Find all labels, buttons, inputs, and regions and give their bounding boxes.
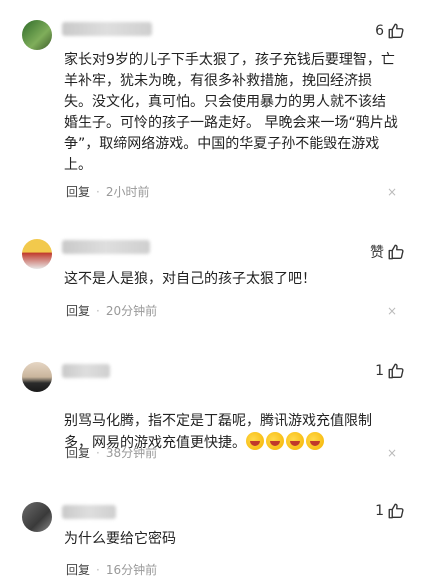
like-label: 赞 bbox=[370, 245, 384, 261]
comment-time: 38分钟前 bbox=[105, 446, 158, 460]
like-count: 1 bbox=[375, 363, 384, 379]
laughing-emoji-icon bbox=[286, 432, 304, 450]
username-blurred[interactable] bbox=[62, 505, 116, 519]
laughing-emoji-icon bbox=[246, 432, 264, 450]
username-blurred[interactable] bbox=[62, 22, 152, 36]
comment-time: 20分钟前 bbox=[105, 304, 158, 318]
avatar[interactable] bbox=[22, 20, 52, 50]
comment-item: 赞 这不是人是狼，对自己的孩子太狠了吧！ 回复 · 20分钟前 × bbox=[0, 215, 427, 335]
like-count: 1 bbox=[375, 503, 384, 519]
separator-dot: · bbox=[96, 445, 100, 460]
like-button[interactable]: 1 bbox=[375, 362, 405, 380]
like-count: 6 bbox=[375, 23, 384, 39]
thumbs-up-icon bbox=[388, 503, 404, 519]
avatar[interactable] bbox=[22, 362, 52, 392]
like-button[interactable]: 赞 bbox=[370, 242, 405, 262]
reply-button[interactable]: 回复 bbox=[66, 302, 90, 319]
separator-dot: · bbox=[96, 303, 100, 318]
comment-text: 为什么要给它密码 bbox=[64, 531, 176, 547]
laughing-emoji-icon bbox=[266, 432, 284, 450]
close-icon[interactable]: × bbox=[387, 186, 397, 198]
like-button[interactable]: 1 bbox=[375, 502, 405, 520]
avatar[interactable] bbox=[22, 502, 52, 532]
reply-button[interactable]: 回复 bbox=[66, 183, 90, 200]
thumbs-up-icon bbox=[388, 363, 404, 379]
comment-item: 6 家长对9岁的儿子下手太狠了，孩子充钱后要理智，亡 羊补牢，犹未为晚，有很多补… bbox=[0, 0, 427, 215]
comment-item: 1 别骂马化腾，指不定是丁磊呢，腾讯游戏充值限制 多，网易的游戏充值更快捷。 回… bbox=[0, 335, 427, 485]
close-icon[interactable]: × bbox=[387, 447, 397, 459]
thumbs-up-icon bbox=[388, 244, 404, 260]
reply-button[interactable]: 回复 bbox=[66, 561, 90, 578]
username-blurred[interactable] bbox=[62, 364, 110, 378]
comment-text: 这不是人是狼，对自己的孩子太狠了吧！ bbox=[64, 271, 316, 287]
separator-dot: · bbox=[96, 184, 100, 199]
comment-text: 家长对9岁的儿子下手太狠了，孩子充钱后要理智，亡 羊补牢，犹未为晚，有很多补救措… bbox=[64, 52, 398, 173]
laughing-emoji-icon bbox=[306, 432, 324, 450]
avatar[interactable] bbox=[22, 239, 52, 269]
comment-meta: 回复 · 2小时前 bbox=[66, 183, 149, 200]
thumbs-up-icon bbox=[388, 23, 404, 39]
comment-meta: 回复 · 38分钟前 bbox=[66, 444, 157, 461]
emoji-group bbox=[246, 432, 326, 451]
comment-time: 16分钟前 bbox=[105, 563, 158, 577]
comment-item: 1 为什么要给它密码 回复 · 16分钟前 bbox=[0, 485, 427, 577]
comment-meta: 回复 · 20分钟前 bbox=[66, 302, 157, 319]
comment-meta: 回复 · 16分钟前 bbox=[66, 561, 157, 578]
close-icon[interactable]: × bbox=[387, 305, 397, 317]
reply-button[interactable]: 回复 bbox=[66, 444, 90, 461]
comment-time: 2小时前 bbox=[105, 185, 150, 199]
like-button[interactable]: 6 bbox=[375, 22, 405, 40]
separator-dot: · bbox=[96, 562, 100, 577]
username-blurred[interactable] bbox=[62, 240, 150, 254]
